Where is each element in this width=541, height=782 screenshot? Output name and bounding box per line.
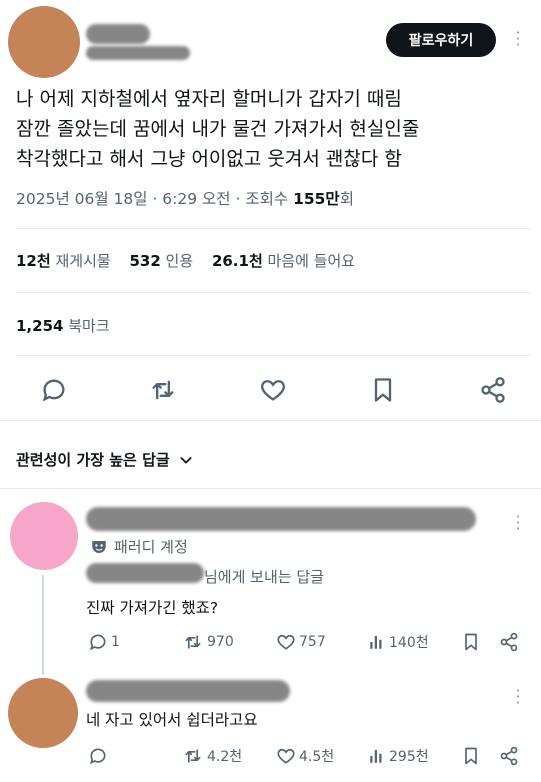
- replies-sort-dropdown[interactable]: 관련성이 가장 높은 답글: [16, 449, 194, 470]
- post-text: 나 어제 지하철에서 옆자리 할머니가 갑자기 때림 잠깐 졸았는데 꿈에서 내…: [16, 84, 526, 174]
- redacted-author-name: [86, 24, 150, 44]
- author-avatar[interactable]: [8, 6, 80, 78]
- repost-icon[interactable]: [149, 376, 177, 404]
- more-options-icon[interactable]: · · ·: [513, 683, 523, 711]
- redacted-reply-author: [86, 680, 290, 702]
- bookmark-icon[interactable]: [461, 746, 481, 766]
- share-icon[interactable]: [479, 376, 507, 404]
- post-text-line: 착각했다고 해서 그냥 어이없고 웃겨서 괜찮다 함: [16, 148, 402, 170]
- reposts-stat[interactable]: 12천 재게시물: [16, 252, 111, 270]
- views-icon: [370, 636, 382, 649]
- bookmarks-stat[interactable]: 1,254 북마크: [16, 315, 110, 336]
- reply-repost-action[interactable]: 970: [182, 632, 234, 652]
- reply-text: 진짜 가져가긴 했죠?: [86, 599, 219, 617]
- reply-icon: [90, 634, 106, 651]
- reply-text: 네 자고 있어서 쉽더라고요: [86, 711, 258, 729]
- reply-repost-action[interactable]: 4.2천: [182, 746, 242, 766]
- reply-to-label[interactable]: 님에게 보내는 답글: [204, 566, 324, 587]
- reply-comment-action[interactable]: [88, 746, 111, 766]
- redacted-author-handle: [86, 46, 190, 60]
- repost-icon: [185, 635, 201, 649]
- like-icon: [277, 748, 295, 764]
- reply-views-action[interactable]: 295천: [368, 746, 429, 766]
- view-suffix: 회: [339, 190, 354, 208]
- view-count: 155만: [293, 190, 340, 208]
- more-options-icon[interactable]: · · ·: [513, 25, 523, 53]
- repost-icon: [185, 749, 201, 763]
- divider: [16, 355, 531, 356]
- parody-label: 패러디 계정: [114, 538, 188, 556]
- timestamp[interactable]: 2025년 06월 18일 · 6:29 오전 · 조회수: [16, 190, 293, 208]
- share-icon[interactable]: [499, 746, 519, 766]
- bookmark-icon[interactable]: [369, 376, 397, 404]
- post-meta: 2025년 06월 18일 · 6:29 오전 · 조회수 155만회: [16, 187, 354, 209]
- reply-views-action[interactable]: 140천: [368, 632, 429, 652]
- post-text-line: 나 어제 지하철에서 옆자리 할머니가 갑자기 때림: [16, 88, 402, 110]
- more-options-icon[interactable]: · · ·: [513, 509, 523, 537]
- redacted-reply-author: [86, 507, 476, 531]
- redacted-reply-to-handle: [86, 563, 204, 583]
- follow-button[interactable]: 팔로우하기: [386, 23, 496, 57]
- parody-badge: 패러디 계정: [90, 536, 188, 557]
- divider: [0, 488, 541, 489]
- views-icon: [370, 750, 382, 763]
- engagement-stats: 12천 재게시물 532 인용 26.1천 마음에 들어요: [16, 250, 355, 271]
- post-text-line: 잠깐 졸았는데 꿈에서 내가 물건 가져가서 현실인줄: [16, 118, 420, 140]
- reply-avatar[interactable]: [8, 678, 78, 748]
- divider: [16, 228, 531, 229]
- bookmark-icon[interactable]: [461, 632, 481, 652]
- divider: [16, 292, 531, 293]
- chevron-down-icon: [180, 456, 192, 464]
- share-icon[interactable]: [499, 632, 519, 652]
- like-icon[interactable]: [259, 376, 287, 404]
- reply-icon: [90, 748, 106, 765]
- mask-icon: [92, 540, 106, 553]
- divider: [0, 420, 541, 421]
- sort-label: 관련성이 가장 높은 답글: [16, 451, 170, 469]
- thread-connector: [42, 575, 44, 675]
- likes-stat[interactable]: 26.1천 마음에 들어요: [212, 252, 355, 270]
- reply-avatar[interactable]: [10, 502, 78, 570]
- reply-like-action[interactable]: 757: [276, 632, 326, 652]
- quotes-stat[interactable]: 532 인용: [129, 252, 193, 270]
- reply-icon[interactable]: [40, 376, 68, 404]
- like-icon: [277, 634, 295, 650]
- reply-comment-action[interactable]: 1: [88, 632, 120, 652]
- reply-like-action[interactable]: 4.5천: [276, 746, 334, 766]
